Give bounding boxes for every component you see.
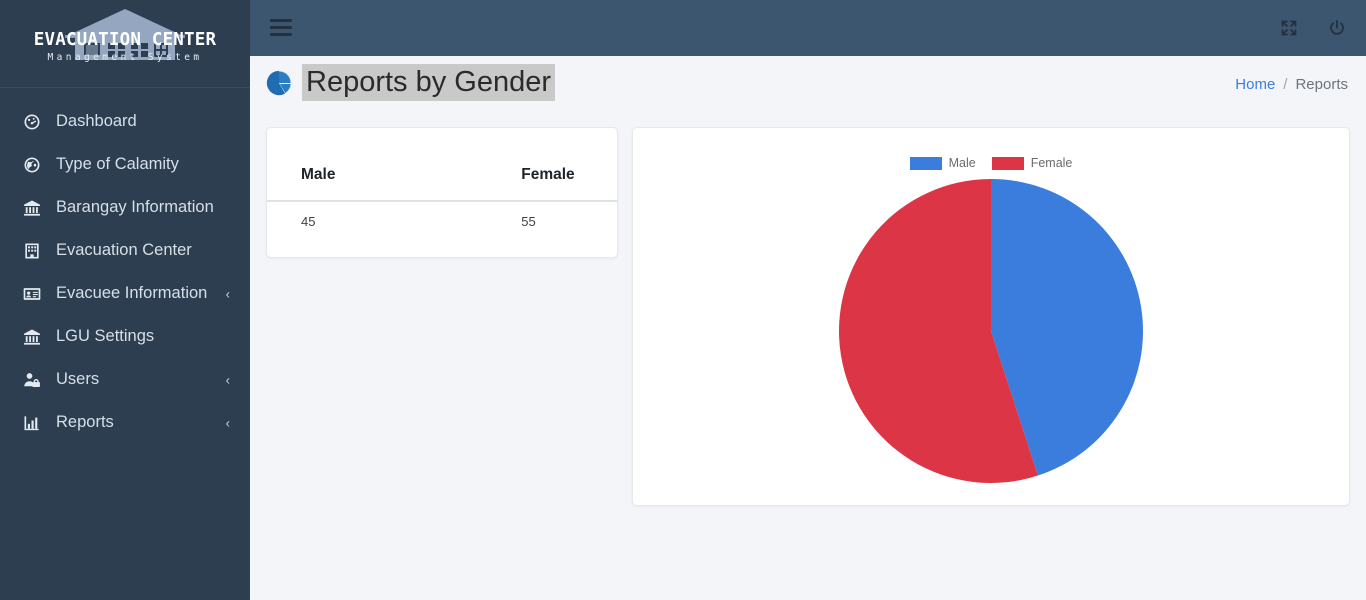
sidebar-item-label: Type of Calamity (56, 155, 179, 173)
column-header-male: Male (267, 158, 349, 202)
page-header: Reports by Gender Home / Reports (250, 56, 1366, 118)
dashboard-gauge-icon (22, 112, 48, 132)
cell-male-count: 45 (301, 214, 316, 229)
legend-entry-male[interactable]: Male (909, 156, 976, 170)
bar-chart-icon (22, 413, 48, 433)
topbar-actions (1278, 0, 1348, 56)
brand-title: EVACUATION CENTER (33, 30, 217, 50)
sidebar-item-label: Dashboard (56, 112, 137, 130)
breadcrumb-current: Reports (1295, 76, 1348, 93)
bank-building-icon (22, 327, 48, 347)
table-head: Male Female (267, 158, 617, 202)
bank-building-icon (22, 198, 48, 218)
page-title-wrap: Reports by Gender (264, 64, 556, 102)
hamburger-bar (270, 18, 292, 22)
sidebar-item-type-of-calamity[interactable]: Type of Calamity (0, 143, 250, 186)
hamburger-bar (270, 25, 292, 29)
breadcrumb-home-link[interactable]: Home (1235, 76, 1275, 93)
gender-table-card: Male Female 45 55 (266, 127, 618, 258)
gender-table: Male Female 45 55 (267, 158, 617, 239)
breadcrumb-separator: / (1283, 76, 1288, 93)
hamburger-icon[interactable] (270, 16, 296, 38)
legend-label-female: Female (1030, 156, 1073, 170)
pie-chart-icon (266, 70, 292, 95)
pie-chart-wrap (633, 176, 1349, 486)
sidebar: EVACUATION CENTER Management System Dash… (0, 0, 250, 600)
chevron-left-icon[interactable]: ‹ (226, 373, 230, 386)
breadcrumb: Home / Reports (1235, 76, 1348, 93)
sidebar-item-reports[interactable]: Reports ‹ (0, 401, 250, 444)
table-header-row: Male Female (267, 158, 617, 202)
gender-pie-chart-card: Male Female (632, 127, 1350, 506)
app-root: EVACUATION CENTER Management System Dash… (0, 0, 1366, 600)
brand-header[interactable]: EVACUATION CENTER Management System (0, 0, 250, 88)
chart-legend: Male Female (633, 156, 1349, 170)
sidebar-item-barangay-information[interactable]: Barangay Information (0, 186, 250, 229)
table-body: 45 55 (267, 201, 617, 239)
page-title: Reports by Gender (302, 64, 556, 102)
sidebar-item-label: Reports (56, 413, 114, 431)
sidebar-item-users[interactable]: Users ‹ (0, 358, 250, 401)
cell-female-count: 55 (521, 214, 536, 229)
building-icon (22, 241, 48, 261)
sidebar-item-label: Barangay Information (56, 198, 214, 216)
expand-arrows-icon[interactable] (1278, 17, 1300, 39)
chevron-left-icon[interactable]: ‹ (226, 416, 230, 429)
legend-swatch-male (909, 156, 942, 170)
sidebar-item-dashboard[interactable]: Dashboard (0, 100, 250, 143)
sidebar-item-label: LGU Settings (56, 327, 155, 345)
sidebar-item-label: Evacuation Center (56, 241, 192, 259)
brand-subtitle: Management System (47, 52, 203, 63)
id-card-icon (22, 284, 48, 304)
table-row: 45 55 (267, 201, 617, 239)
sidebar-item-lgu-settings[interactable]: LGU Settings (0, 315, 250, 358)
sidebar-item-label: Evacuee Information (56, 284, 208, 302)
legend-label-male: Male (948, 156, 976, 170)
globe-icon (22, 155, 48, 175)
sidebar-item-evacuee-information[interactable]: Evacuee Information ‹ (0, 272, 250, 315)
power-icon[interactable] (1326, 17, 1348, 39)
topbar (250, 0, 1366, 56)
chevron-left-icon[interactable]: ‹ (226, 287, 230, 300)
legend-swatch-female (991, 156, 1024, 170)
sidebar-item-evacuation-center[interactable]: Evacuation Center (0, 229, 250, 272)
sidebar-item-label: Users (56, 370, 100, 388)
sidebar-nav: Dashboard Type of Calamity Barangay Info… (0, 88, 250, 444)
hamburger-bar (270, 32, 292, 36)
pie-chart[interactable] (836, 176, 1146, 486)
legend-entry-female[interactable]: Female (991, 156, 1073, 170)
column-header-female: Female (348, 158, 617, 202)
user-lock-icon (22, 370, 48, 390)
